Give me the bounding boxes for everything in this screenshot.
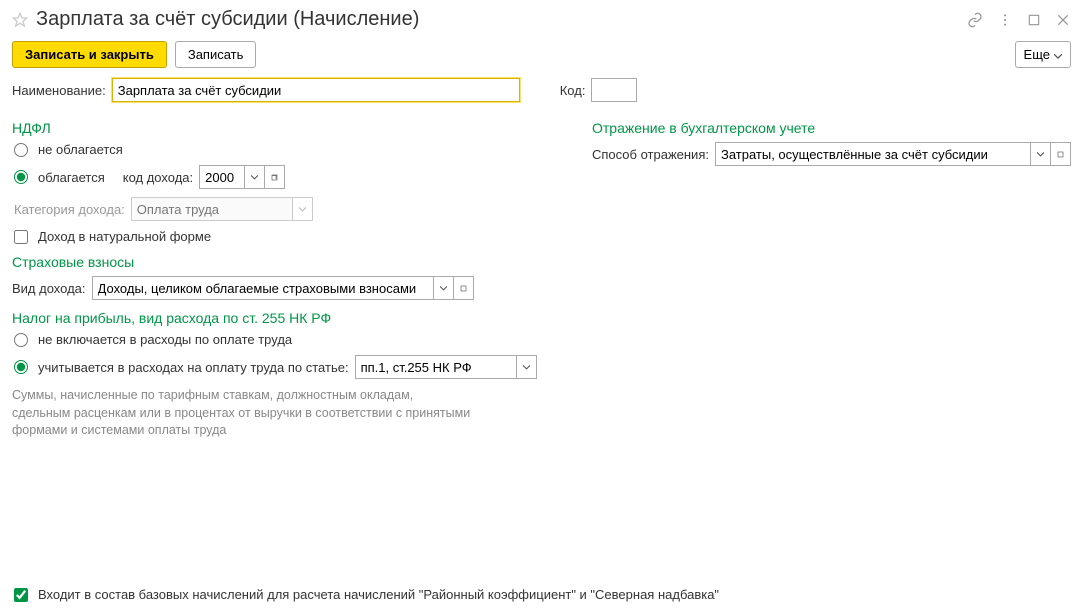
income-kind-input[interactable]: [93, 277, 433, 299]
natural-income-label: Доход в натуральной форме: [38, 229, 211, 244]
name-input[interactable]: [112, 78, 520, 102]
code-label: Код:: [560, 83, 586, 98]
income-category-label: Категория дохода:: [14, 202, 125, 217]
base-accrual-label: Входит в состав базовых начислений для р…: [38, 587, 719, 602]
page-title: Зарплата за счёт субсидии (Начисление): [36, 8, 967, 31]
section-profit-tax-title: Налог на прибыль, вид расхода по ст. 255…: [12, 310, 552, 326]
section-ndfl-title: НДФЛ: [12, 120, 552, 136]
section-accounting-title: Отражение в бухгалтерском учете: [592, 120, 1071, 136]
chevron-down-icon: [1054, 47, 1062, 62]
ndfl-taxed-radio[interactable]: [14, 170, 28, 184]
favorite-star-icon[interactable]: [12, 12, 28, 28]
profit-tax-excluded-radio[interactable]: [14, 333, 28, 347]
income-category-input: [132, 198, 292, 220]
reflection-method-input[interactable]: [716, 143, 1030, 165]
more-button-label: Еще: [1024, 47, 1050, 62]
ndfl-taxed-label: облагается: [38, 170, 105, 185]
ndfl-not-taxed-label: не облагается: [38, 142, 123, 157]
code-input[interactable]: [591, 78, 637, 102]
income-kind-dropdown-button[interactable]: [433, 277, 453, 299]
reflection-method-label: Способ отражения:: [592, 147, 709, 162]
more-button[interactable]: Еще: [1015, 41, 1071, 68]
profit-tax-article-dropdown-button[interactable]: [516, 356, 536, 378]
profit-tax-article-input[interactable]: [356, 356, 516, 378]
section-insurance-title: Страховые взносы: [12, 254, 552, 270]
profit-tax-excluded-label: не включается в расходы по оплате труда: [38, 332, 292, 347]
reflection-method-open-button[interactable]: [1050, 143, 1070, 165]
close-icon[interactable]: [1055, 12, 1071, 28]
income-code-label: код дохода:: [123, 170, 193, 185]
income-kind-label: Вид дохода:: [12, 281, 86, 296]
name-label: Наименование:: [12, 83, 106, 98]
income-category-dropdown-button: [292, 198, 312, 220]
profit-tax-hint: Суммы, начисленные по тарифным ставкам, …: [12, 387, 472, 440]
natural-income-checkbox[interactable]: [14, 230, 28, 244]
ndfl-not-taxed-radio[interactable]: [14, 143, 28, 157]
profit-tax-included-radio[interactable]: [14, 360, 28, 374]
income-kind-open-button[interactable]: [453, 277, 473, 299]
kebab-menu-icon[interactable]: [997, 12, 1013, 28]
link-icon[interactable]: [967, 12, 983, 28]
income-code-open-button[interactable]: [264, 166, 284, 188]
save-button[interactable]: Записать: [175, 41, 257, 68]
income-code-dropdown-button[interactable]: [244, 166, 264, 188]
income-code-input[interactable]: [200, 166, 244, 188]
profit-tax-included-label: учитывается в расходах на оплату труда п…: [38, 360, 349, 375]
base-accrual-checkbox[interactable]: [14, 588, 28, 602]
reflection-method-dropdown-button[interactable]: [1030, 143, 1050, 165]
save-and-close-button[interactable]: Записать и закрыть: [12, 41, 167, 68]
maximize-icon[interactable]: [1027, 13, 1041, 27]
